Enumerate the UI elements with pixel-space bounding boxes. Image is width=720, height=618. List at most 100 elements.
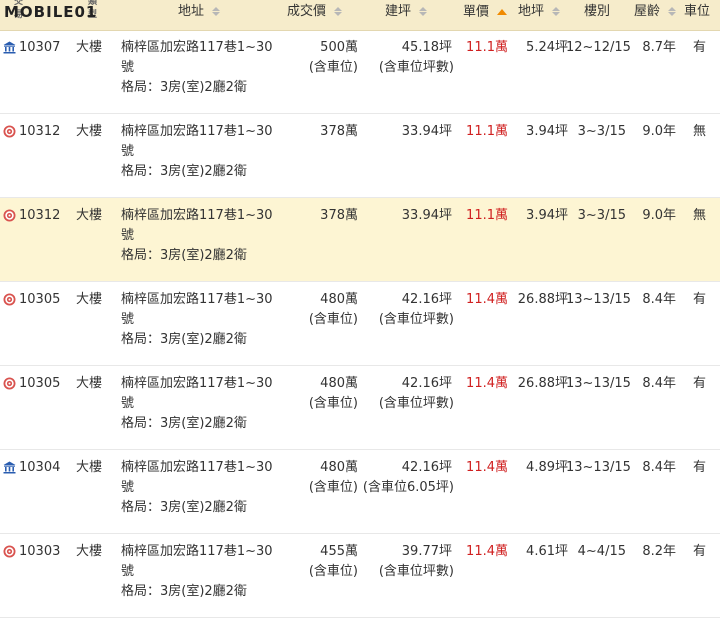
parking-cell: 有 bbox=[693, 544, 707, 559]
land-area-cell: 5.24坪 bbox=[526, 40, 568, 55]
col-parking-header[interactable]: 車位 bbox=[684, 0, 710, 30]
address-line1[interactable]: 楠梓區加宏路117巷1~30 bbox=[121, 290, 273, 310]
address-line2[interactable]: 號 bbox=[121, 478, 134, 498]
layout-info: 格局：3房(室)2廳2衛 bbox=[121, 248, 247, 263]
address-line2[interactable]: 號 bbox=[121, 310, 134, 330]
price-cell: 378萬 bbox=[320, 124, 358, 139]
address-line2[interactable]: 號 bbox=[121, 58, 134, 78]
sort-icon[interactable] bbox=[668, 7, 677, 16]
land-area-cell: 26.88坪 bbox=[517, 292, 568, 307]
col-age-label: 屋齡 bbox=[634, 4, 661, 19]
age-cell: 9.0年 bbox=[642, 124, 676, 139]
sort-icon[interactable] bbox=[334, 7, 343, 16]
address-line1[interactable]: 楠梓區加宏路117巷1~30 bbox=[121, 458, 273, 478]
address-line2[interactable]: 號 bbox=[121, 394, 134, 414]
layout-info: 格局：3房(室)2廳2衛 bbox=[121, 80, 247, 95]
age-cell: 8.4年 bbox=[642, 376, 676, 391]
type-cell: 大樓 bbox=[76, 544, 103, 559]
col-floor-header[interactable]: 樓別 bbox=[584, 0, 610, 30]
date-cell: 10304 bbox=[19, 460, 61, 475]
logo-text: MOBILE01 bbox=[4, 3, 98, 21]
parking-cell: 有 bbox=[693, 40, 707, 55]
table-row[interactable]: 10304 大樓 楠梓區加宏路117巷1~30 號格局：3房(室)2廳2衛 480萬 (含… bbox=[0, 450, 720, 534]
building-area-note: (含車位6.05坪) bbox=[362, 480, 454, 495]
table-row[interactable]: 10312 大樓 楠梓區加宏路117巷1~30 號格局：3房(室)2廳2衛 378萬 33… bbox=[0, 198, 720, 282]
type-cell: 大樓 bbox=[76, 376, 103, 391]
target-icon bbox=[3, 125, 16, 138]
col-land-area-label: 地坪 bbox=[518, 4, 545, 19]
date-cell: 10305 bbox=[19, 292, 61, 307]
address-line2[interactable]: 號 bbox=[121, 142, 134, 162]
table-header: 交易 類型 MOBILE01 地址 成交價 建坪 單價 地坪 樓別 屋齡 車位 bbox=[0, 0, 720, 31]
table-row[interactable]: 10307 大樓 楠梓區加宏路117巷1~30 號格局：3房(室)2廳2衛 500萬 (含… bbox=[0, 30, 720, 114]
col-unit-price-header[interactable]: 單價 bbox=[463, 0, 508, 30]
unit-price-cell: 11.1萬 bbox=[466, 208, 508, 223]
building-area-cell: 39.77坪 bbox=[401, 544, 452, 559]
land-area-cell: 4.61坪 bbox=[526, 544, 568, 559]
col-price-header[interactable]: 成交價 bbox=[287, 0, 343, 30]
address-line1[interactable]: 楠梓區加宏路117巷1~30 bbox=[121, 374, 273, 394]
age-cell: 8.4年 bbox=[642, 292, 676, 307]
date-cell: 10312 bbox=[19, 124, 61, 139]
price-cell: 500萬 bbox=[320, 40, 358, 55]
price-cell: 480萬 bbox=[320, 460, 358, 475]
price-cell: 480萬 bbox=[320, 292, 358, 307]
col-address-header[interactable]: 地址 bbox=[178, 0, 221, 30]
table-row[interactable]: 10305 大樓 楠梓區加宏路117巷1~30 號格局：3房(室)2廳2衛 480萬 (含… bbox=[0, 282, 720, 366]
table-row[interactable]: 10303 大樓 楠梓區加宏路117巷1~30 號格局：3房(室)2廳2衛 455萬 (含… bbox=[0, 534, 720, 618]
target-icon bbox=[3, 377, 16, 390]
table-row[interactable]: 10305 大樓 楠梓區加宏路117巷1~30 號格局：3房(室)2廳2衛 480萬 (含… bbox=[0, 366, 720, 450]
type-cell: 大樓 bbox=[76, 292, 103, 307]
floor-cell: 12~12/15 bbox=[566, 40, 631, 55]
unit-price-cell: 11.4萬 bbox=[466, 292, 508, 307]
parking-cell: 有 bbox=[693, 460, 707, 475]
date-cell: 10312 bbox=[19, 208, 61, 223]
land-area-cell: 3.94坪 bbox=[526, 208, 568, 223]
type-cell: 大樓 bbox=[76, 460, 103, 475]
col-building-area-header[interactable]: 建坪 bbox=[385, 0, 428, 30]
date-cell: 10307 bbox=[19, 40, 61, 55]
col-floor-label: 樓別 bbox=[584, 4, 611, 19]
col-age-header[interactable]: 屋齡 bbox=[634, 0, 677, 30]
age-cell: 8.4年 bbox=[642, 460, 676, 475]
building-area-note: (含車位坪數) bbox=[378, 564, 454, 579]
unit-price-cell: 11.4萬 bbox=[466, 544, 508, 559]
floor-cell: 3~3/15 bbox=[577, 208, 626, 223]
parking-cell: 有 bbox=[693, 376, 707, 391]
col-price-label: 成交價 bbox=[287, 4, 327, 19]
address-line1[interactable]: 楠梓區加宏路117巷1~30 bbox=[121, 542, 273, 562]
land-area-cell: 26.88坪 bbox=[517, 376, 568, 391]
sort-active-icon[interactable] bbox=[497, 0, 508, 24]
price-note: (含車位) bbox=[308, 564, 358, 579]
layout-info: 格局：3房(室)2廳2衛 bbox=[121, 164, 247, 179]
floor-cell: 13~13/15 bbox=[566, 460, 631, 475]
date-cell: 10305 bbox=[19, 376, 61, 391]
floor-cell: 13~13/15 bbox=[566, 376, 631, 391]
unit-price-cell: 11.1萬 bbox=[466, 124, 508, 139]
parking-cell: 有 bbox=[693, 292, 707, 307]
address-line2[interactable]: 號 bbox=[121, 226, 134, 246]
table-row[interactable]: 10312 大樓 楠梓區加宏路117巷1~30 號格局：3房(室)2廳2衛 378萬 33… bbox=[0, 114, 720, 198]
address-line1[interactable]: 楠梓區加宏路117巷1~30 bbox=[121, 206, 273, 226]
floor-cell: 3~3/15 bbox=[577, 124, 626, 139]
building-area-cell: 42.16坪 bbox=[401, 460, 452, 475]
col-building-area-label: 建坪 bbox=[385, 4, 412, 19]
price-note: (含車位) bbox=[308, 60, 358, 75]
col-address-label: 地址 bbox=[178, 4, 205, 19]
sort-icon[interactable] bbox=[552, 7, 561, 16]
parking-cell: 無 bbox=[693, 208, 707, 223]
target-icon bbox=[3, 545, 16, 558]
building-area-cell: 42.16坪 bbox=[401, 376, 452, 391]
address-line1[interactable]: 楠梓區加宏路117巷1~30 bbox=[121, 122, 273, 142]
address-line2[interactable]: 號 bbox=[121, 562, 134, 582]
unit-price-cell: 11.1萬 bbox=[466, 40, 508, 55]
sort-icon[interactable] bbox=[419, 7, 428, 16]
building-area-cell: 33.94坪 bbox=[401, 124, 452, 139]
col-land-area-header[interactable]: 地坪 bbox=[518, 0, 561, 30]
address-line1[interactable]: 楠梓區加宏路117巷1~30 bbox=[121, 38, 273, 58]
building-area-note: (含車位坪數) bbox=[378, 396, 454, 411]
date-cell: 10303 bbox=[19, 544, 61, 559]
type-cell: 大樓 bbox=[76, 40, 103, 55]
sort-icon[interactable] bbox=[212, 7, 221, 16]
age-cell: 8.2年 bbox=[642, 544, 676, 559]
